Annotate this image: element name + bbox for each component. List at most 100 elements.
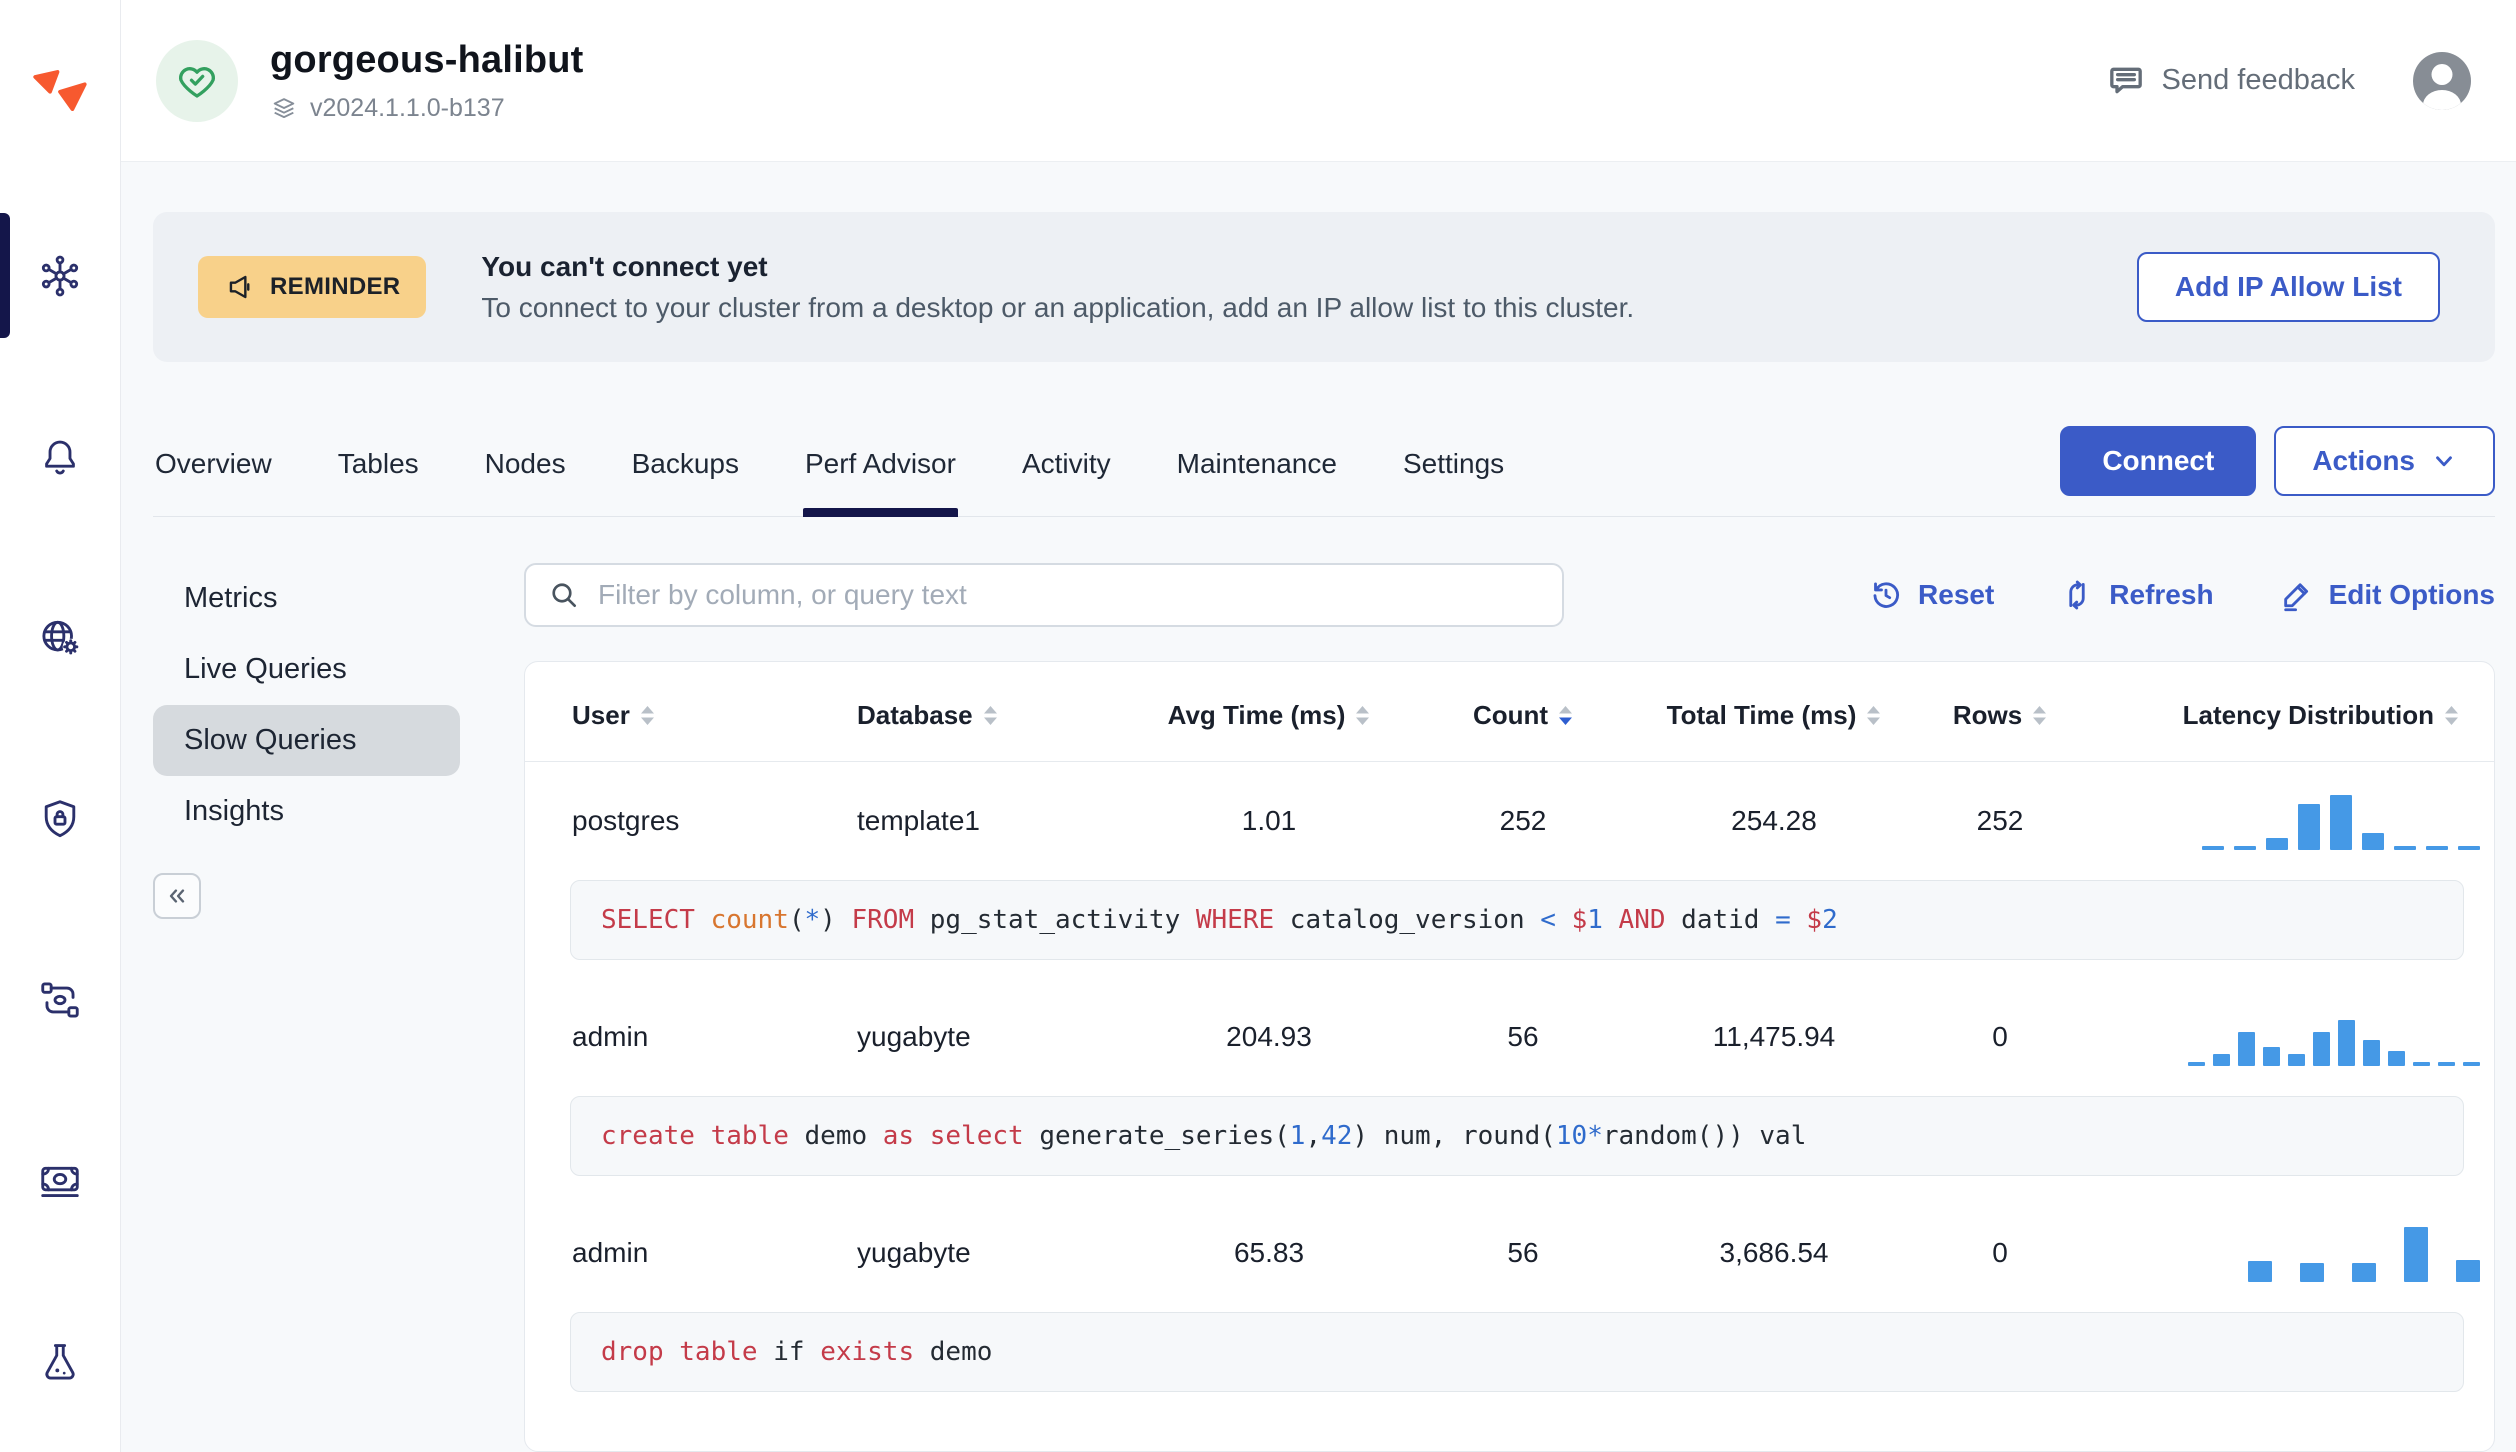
yugabyte-logo[interactable]	[0, 0, 120, 185]
cell-total-time: 11,475.94	[1712, 1021, 1836, 1052]
cell-database: template1	[857, 805, 980, 836]
cluster-network-icon	[41, 255, 79, 296]
slow-queries-panel: Reset Refresh	[524, 563, 2495, 1452]
edit-options-label: Edit Options	[2328, 579, 2495, 610]
cell-rows: 0	[1992, 1237, 2008, 1268]
histogram-bar	[2394, 846, 2416, 850]
reminder-message: To connect to your cluster from a deskto…	[481, 291, 1635, 323]
cluster-health-badge	[156, 39, 238, 122]
cell-rows: 252	[1976, 805, 2024, 836]
cell-user: postgres	[572, 805, 680, 836]
cluster-name: gorgeous-halibut	[270, 38, 584, 81]
rail-item-network[interactable]	[0, 547, 120, 728]
rail-item-labs[interactable]	[0, 1271, 120, 1452]
connect-button[interactable]: Connect	[2060, 426, 2257, 496]
perf-advisor-body: Metrics Live Queries Slow Queries Insights	[153, 563, 2495, 1452]
histogram-bar	[2438, 1062, 2455, 1066]
subnav-item-slow-queries[interactable]: Slow Queries	[153, 705, 460, 776]
column-label: Avg Time (ms)	[1167, 700, 1346, 730]
tab-settings[interactable]: Settings	[1401, 438, 1506, 516]
user-avatar[interactable]	[2413, 51, 2471, 110]
cell-latency-distribution	[2100, 1194, 2494, 1312]
tab-activity[interactable]: Activity	[1020, 438, 1113, 516]
histogram-bar	[2202, 846, 2224, 850]
cell-database: yugabyte	[857, 1021, 971, 1052]
double-chevron-left-icon	[169, 889, 185, 903]
rail-item-clusters[interactable]	[0, 185, 120, 366]
cluster-action-buttons: Connect Actions	[2060, 426, 2495, 516]
histogram-bar	[2238, 1032, 2255, 1066]
column-label: Count	[1472, 700, 1549, 730]
tab-backups[interactable]: Backups	[630, 438, 741, 516]
send-feedback-button[interactable]: Send feedback	[2106, 61, 2355, 101]
actions-dropdown-button[interactable]: Actions	[2274, 426, 2495, 496]
cell-total-time: 254.28	[1731, 805, 1817, 836]
histogram-bar	[2352, 1263, 2376, 1282]
toolbar-links: Reset Refresh Edit Options	[1869, 578, 2495, 612]
tab-maintenance[interactable]: Maintenance	[1175, 438, 1339, 516]
globe-gear-icon	[42, 620, 79, 655]
rail-item-alerts[interactable]	[0, 366, 120, 547]
refresh-label: Refresh	[2109, 579, 2214, 610]
refresh-button[interactable]: Refresh	[2060, 578, 2214, 612]
cell-count: 56	[1507, 1237, 1539, 1268]
cell-user: admin	[572, 1021, 649, 1052]
column-label: Database	[857, 700, 973, 730]
tab-tables[interactable]: Tables	[336, 438, 421, 516]
workflow-icon	[41, 981, 79, 1018]
query-code-block: SELECT count(*) FROM pg_stat_activity WH…	[570, 880, 2464, 960]
histogram-bar	[2456, 1260, 2480, 1282]
history-reset-icon	[1873, 582, 1900, 608]
column-header-count[interactable]: Count	[1398, 662, 1648, 762]
billing-money-icon	[41, 1166, 79, 1197]
filter-input[interactable]	[596, 578, 1540, 612]
latency-histogram	[2202, 792, 2480, 850]
histogram-bar	[2363, 1040, 2380, 1066]
column-header-total-time-ms-[interactable]: Total Time (ms)	[1648, 662, 1900, 762]
cell-count: 56	[1507, 1021, 1539, 1052]
yugabyte-logo-icon	[33, 69, 87, 111]
cell-avg-time: 1.01	[1241, 805, 1297, 836]
column-header-database[interactable]: Database	[810, 662, 1140, 762]
subnav-item-live-queries[interactable]: Live Queries	[153, 634, 460, 705]
actions-label: Actions	[2312, 445, 2415, 476]
subnav-item-metrics[interactable]: Metrics	[153, 563, 460, 634]
column-header-rows[interactable]: Rows	[1900, 662, 2100, 762]
column-header-latency-distribution[interactable]: Latency Distribution	[2100, 662, 2494, 762]
tab-perf-advisor[interactable]: Perf Advisor	[802, 438, 958, 517]
cell-rows: 0	[1992, 1021, 2008, 1052]
perf-advisor-subnav: Metrics Live Queries Slow Queries Insights	[153, 563, 524, 1452]
histogram-bar	[2404, 1227, 2428, 1282]
reminder-title: You can't connect yet	[481, 250, 768, 282]
histogram-bar	[2234, 846, 2256, 850]
reset-label: Reset	[1918, 579, 1995, 610]
layers-icon	[273, 98, 295, 119]
latency-histogram	[2188, 1008, 2480, 1066]
cell-latency-distribution	[2100, 978, 2494, 1096]
reset-button[interactable]: Reset	[1869, 578, 1994, 612]
histogram-bar	[2248, 1261, 2272, 1282]
column-header-avg-time-ms-[interactable]: Avg Time (ms)	[1140, 662, 1398, 762]
app-root: gorgeous-halibut v2024.1.1.0-b137 Send f…	[0, 0, 2516, 1452]
subnav-item-insights[interactable]: Insights	[153, 776, 460, 847]
tab-nodes[interactable]: Nodes	[483, 438, 568, 516]
histogram-bar	[2338, 1020, 2355, 1066]
tab-overview[interactable]: Overview	[153, 438, 274, 516]
rail-item-integrations[interactable]	[0, 909, 120, 1090]
content-area: REMINDER You can't connect yet To connec…	[121, 162, 2516, 1452]
pencil-edit-icon	[2283, 583, 2308, 612]
edit-options-button[interactable]: Edit Options	[2280, 578, 2495, 612]
collapse-sidebar-button[interactable]	[153, 873, 201, 919]
rail-item-security[interactable]	[0, 728, 120, 909]
heart-check-icon	[179, 66, 215, 98]
histogram-bar	[2300, 1263, 2324, 1282]
rail-item-billing[interactable]	[0, 1090, 120, 1271]
column-header-user[interactable]: User	[525, 662, 810, 762]
chevron-down-icon	[2436, 456, 2452, 467]
column-label: Total Time (ms)	[1666, 700, 1857, 730]
query-code-block: create table demo as select generate_ser…	[570, 1096, 2464, 1176]
reminder-text: You can't connect yet To connect to your…	[481, 251, 1634, 324]
cell-latency-distribution	[2100, 762, 2494, 880]
cell-avg-time: 204.93	[1226, 1021, 1312, 1052]
add-ip-allow-list-button[interactable]: Add IP Allow List	[2136, 252, 2440, 322]
